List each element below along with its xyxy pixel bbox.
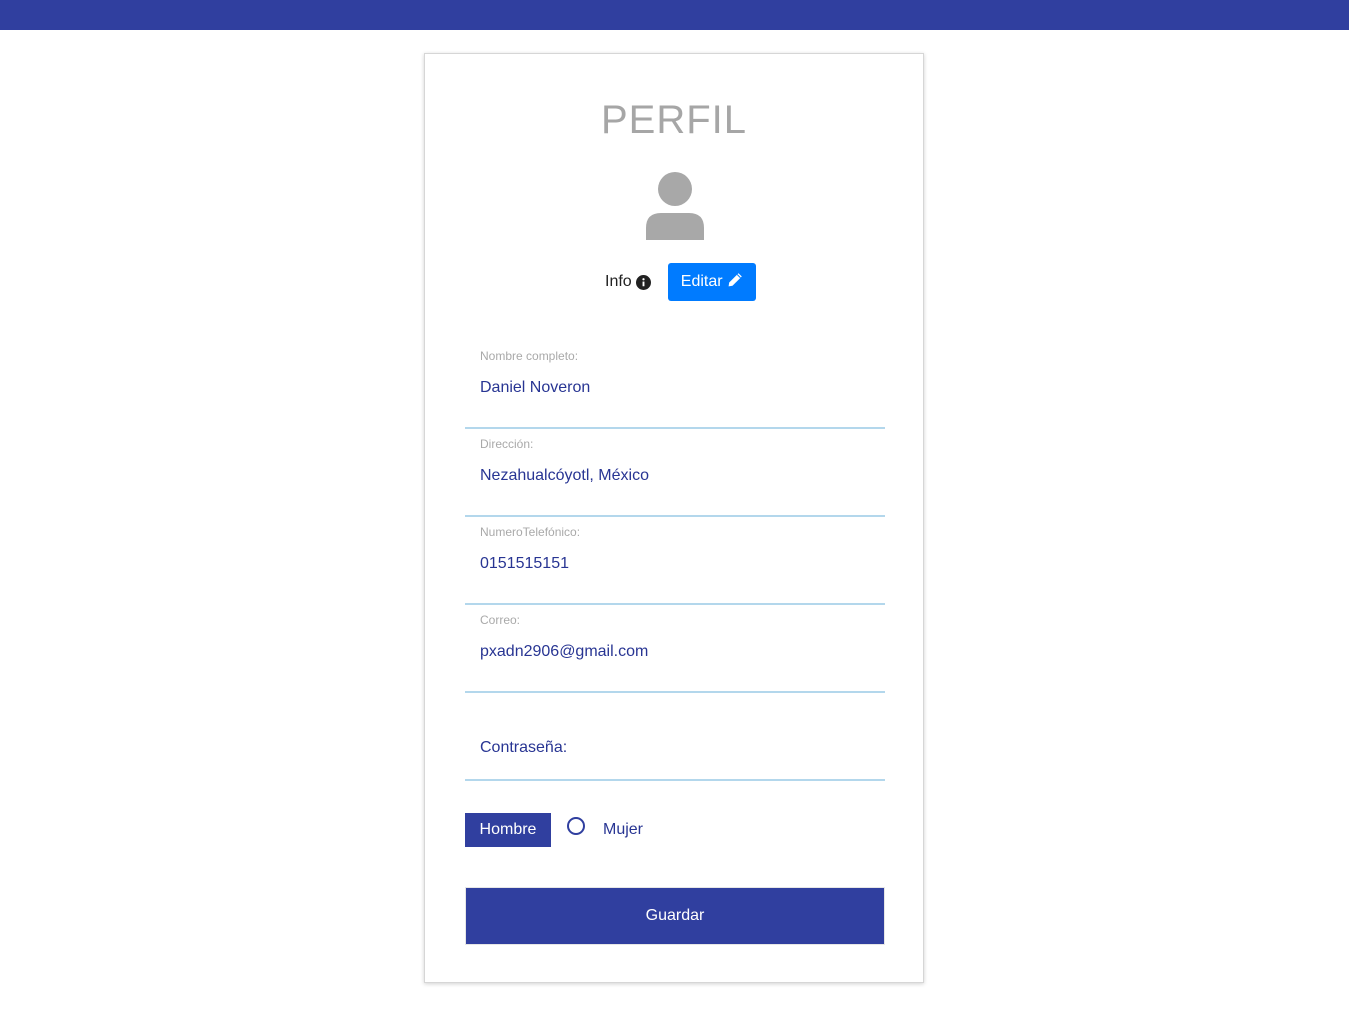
top-header-bar bbox=[0, 0, 1349, 30]
address-field[interactable]: Dirección: Nezahualcóyotl, México bbox=[465, 429, 885, 517]
full-name-label: Nombre completo: bbox=[480, 349, 579, 363]
address-value[interactable]: Nezahualcóyotl, México bbox=[480, 467, 649, 485]
email-field[interactable]: Correo: pxadn2906@gmail.com bbox=[465, 605, 885, 693]
email-value[interactable]: pxadn2906@gmail.com bbox=[480, 643, 648, 661]
password-placeholder[interactable]: Contraseña: bbox=[480, 739, 567, 757]
profile-card: PERFIL Info Editar Nombre completo: Dani… bbox=[424, 53, 924, 983]
gender-mujer-radio[interactable] bbox=[567, 817, 585, 835]
save-button[interactable]: Guardar bbox=[466, 888, 884, 944]
phone-field[interactable]: NumeroTelefónico: 0151515151 bbox=[465, 517, 885, 605]
info-circle-icon[interactable] bbox=[635, 274, 651, 290]
phone-label: NumeroTelefónico: bbox=[480, 525, 581, 539]
address-label: Dirección: bbox=[480, 437, 534, 451]
pencil-icon bbox=[723, 272, 743, 293]
info-label: Info bbox=[605, 273, 632, 290]
user-icon bbox=[646, 172, 704, 240]
full-name-field[interactable]: Nombre completo: Daniel Noveron bbox=[465, 341, 885, 429]
gender-selector: Hombre Mujer bbox=[465, 813, 643, 847]
full-name-value[interactable]: Daniel Noveron bbox=[480, 379, 590, 397]
edit-button[interactable]: Editar bbox=[667, 263, 756, 301]
page-title: PERFIL bbox=[600, 98, 748, 142]
gender-mujer-label[interactable]: Mujer bbox=[603, 821, 643, 839]
info-edit-row: Info Editar bbox=[605, 263, 756, 301]
phone-value[interactable]: 0151515151 bbox=[480, 555, 569, 573]
edit-button-label: Editar bbox=[680, 273, 723, 290]
email-label: Correo: bbox=[480, 613, 521, 627]
password-field[interactable]: Contraseña: bbox=[465, 693, 885, 781]
gender-hombre-button[interactable]: Hombre bbox=[465, 813, 551, 847]
